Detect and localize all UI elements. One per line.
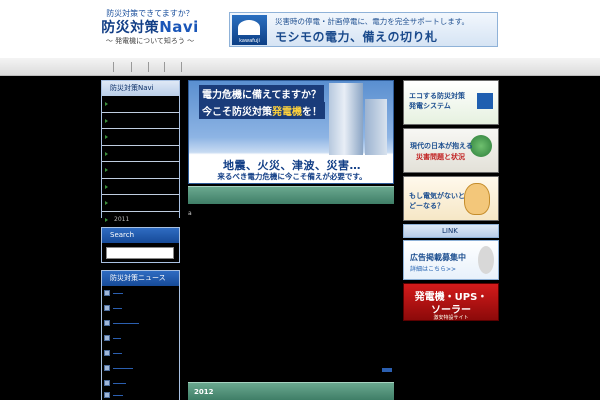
- search-input[interactable]: [106, 247, 174, 259]
- ad-recruit-banner[interactable]: 広告掲載募集中 詳細はこちら>>: [403, 240, 499, 280]
- nav-divider: [164, 62, 165, 72]
- banner-text: 発電システム: [409, 102, 451, 110]
- news-link[interactable]: [113, 323, 139, 324]
- navi-list: 2011: [102, 96, 179, 228]
- banner-text: 広告掲載募集中: [410, 253, 466, 262]
- site-title[interactable]: 防災対策Navi: [95, 19, 205, 36]
- search-heading: Search: [102, 228, 179, 243]
- arrow-icon: [105, 135, 108, 139]
- document-icon: [104, 365, 110, 371]
- nav-divider: [113, 62, 114, 72]
- document-icon: [104, 290, 110, 296]
- banner-text: もし電気がないと: [409, 192, 465, 200]
- sidebar-navi: 防災対策Navi 2011: [101, 80, 180, 228]
- banner-link[interactable]: 詳細はこちら>>: [410, 264, 456, 273]
- year-label: 2012: [194, 388, 214, 396]
- post-marker: a: [188, 210, 192, 217]
- banner-text: 現代の日本が抱える: [410, 142, 473, 150]
- navi-item[interactable]: [102, 145, 179, 162]
- banner-text: どーなる？: [409, 202, 444, 210]
- arrow-icon: [105, 151, 108, 156]
- document-icon: [104, 305, 110, 311]
- news-link[interactable]: [113, 338, 121, 339]
- document-icon: [104, 380, 110, 386]
- hero-subheadline: 今こそ防災対策発電機を！: [199, 102, 325, 119]
- arrow-icon: [105, 217, 108, 222]
- year-section-bar: 2012: [188, 382, 394, 400]
- arrow-icon: [105, 168, 108, 172]
- global-nav: [0, 58, 600, 76]
- nav-divider: [131, 62, 132, 72]
- banner-line1: 災害時の停電・計画停電に、電力を完全サポートします。: [275, 17, 470, 26]
- site-subtitle: 〜 発電機について知ろう 〜: [105, 37, 195, 45]
- ups-solar-banner[interactable]: 発電機・UPS・ ソーラー 激安特設サイト: [403, 283, 499, 321]
- nav-divider: [148, 62, 149, 72]
- news-item[interactable]: [102, 334, 181, 344]
- character-icon: [464, 183, 490, 215]
- news-link[interactable]: [113, 383, 126, 384]
- navi-heading: 防災対策Navi: [102, 81, 179, 96]
- navi-item[interactable]: [102, 112, 179, 129]
- section-bar: [188, 186, 394, 204]
- link-heading: LINK: [403, 224, 499, 238]
- navi-item-2011[interactable]: 2011: [102, 211, 179, 228]
- kawafuji-logo-icon: [477, 93, 493, 109]
- wave-icon: [238, 20, 260, 35]
- site-title-suffix: Navi: [159, 18, 199, 36]
- kawafuji-banner[interactable]: kawafuji 災害時の停電・計画停電に、電力を完全サポートします。 モシモの…: [229, 12, 498, 47]
- navi-item[interactable]: [102, 96, 179, 113]
- banner-line2: モシモの電力、備えの切り札: [275, 30, 438, 44]
- news-item[interactable]: [102, 319, 181, 329]
- banner-text: 激安特設サイト: [433, 315, 469, 321]
- navi-item[interactable]: [102, 178, 179, 195]
- news-link[interactable]: [113, 368, 133, 369]
- site-logo[interactable]: 防災対策できてますか？ 防災対策Navi 〜 発電機について知ろう 〜: [95, 9, 205, 53]
- news-link[interactable]: [113, 308, 122, 309]
- nav-divider: [181, 62, 182, 72]
- news-link[interactable]: [113, 293, 123, 294]
- disaster-issues-banner[interactable]: 現代の日本が抱える 災害問題と状況: [403, 128, 499, 173]
- news-link[interactable]: [113, 395, 123, 396]
- arrow-icon: [105, 118, 108, 123]
- kawafuji-logo: kawafuji: [232, 15, 267, 45]
- hero-call-text: 来るべき電力危機に今こそ備えが必要です。: [217, 172, 367, 181]
- navi-item[interactable]: [102, 195, 179, 212]
- news-item[interactable]: [102, 349, 181, 359]
- no-power-banner[interactable]: もし電気がないと どーなる？: [403, 176, 499, 221]
- hero-banner[interactable]: 電力危機に備えてますか？ 今こそ防災対策発電機を！ 地震、火災、津波、災害… 来…: [188, 80, 394, 184]
- document-icon: [104, 350, 110, 356]
- eco-generator-banner[interactable]: エコする防災対策 発電システム: [403, 80, 499, 125]
- hero-headline: 電力危機に備えてますか？: [199, 85, 324, 102]
- document-icon: [104, 392, 110, 398]
- site-header: 防災対策できてますか？ 防災対策Navi 〜 発電機について知ろう 〜 kawa…: [0, 0, 600, 58]
- news-item[interactable]: [102, 391, 181, 400]
- banner-text: エコする防災対策: [409, 92, 465, 100]
- document-icon: [104, 335, 110, 341]
- navi-item[interactable]: [102, 162, 179, 179]
- news-item[interactable]: [102, 304, 181, 314]
- arrow-icon: [105, 184, 108, 189]
- arrow-icon: [105, 102, 108, 106]
- more-link[interactable]: [382, 368, 392, 372]
- banner-text: 災害問題と状況: [416, 153, 465, 161]
- navi-item[interactable]: [102, 129, 179, 146]
- building-image: [329, 83, 363, 155]
- news-item[interactable]: [102, 379, 181, 389]
- arrow-icon: [105, 201, 108, 205]
- kawafuji-brand: kawafuji: [239, 38, 260, 44]
- news-link[interactable]: [113, 353, 122, 354]
- sidebar-news: 防災対策ニュース: [101, 270, 180, 400]
- news-heading: 防災対策ニュース: [102, 271, 179, 286]
- earth-icon: [470, 135, 492, 157]
- news-item[interactable]: [102, 289, 181, 299]
- document-icon: [104, 320, 110, 326]
- person-icon: [478, 246, 494, 274]
- news-item[interactable]: [102, 364, 181, 374]
- site-title-main: 防災対策: [101, 20, 160, 36]
- sidebar-search: Search: [101, 227, 180, 263]
- building-image: [365, 99, 387, 155]
